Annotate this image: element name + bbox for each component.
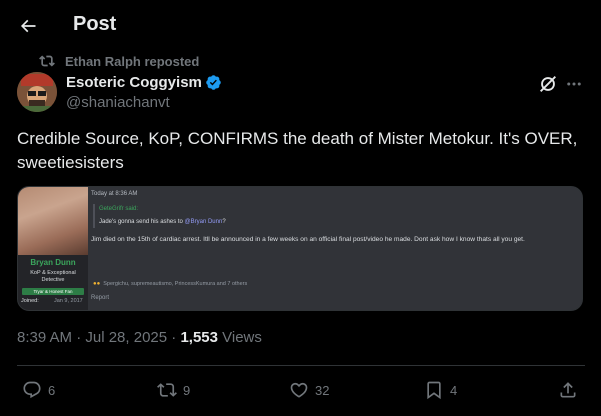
reaction-emoji-icon: ●●: [93, 281, 101, 287]
share-icon: [560, 382, 576, 398]
quote-mention: @Bryan Dunn: [184, 219, 223, 225]
repost-indicator[interactable]: Ethan Ralph reposted: [39, 52, 199, 70]
quote-text: Jade's gonna send his ashes to @Bryan Du…: [99, 219, 226, 225]
embedded-joined-label: Joined:: [21, 298, 39, 304]
post-time[interactable]: 8:39 AM · Jul 28, 2025 ·: [17, 329, 180, 346]
reaction-users: Spergichu, supremeautismo, PrincessKumur…: [103, 281, 248, 287]
post-timestamp: 8:39 AM · Jul 28, 2025 · 1,553 Views: [17, 329, 262, 346]
like-count: 32: [315, 382, 330, 398]
embedded-message: Today at 8:36 AM GeteGrifr said: Jade's …: [88, 187, 582, 310]
avatar-image: [17, 72, 57, 112]
share-button[interactable]: [558, 378, 578, 402]
embedded-message-body: Jim died on the 15th of cardiac arrest. …: [91, 236, 525, 243]
embedded-role-line1: KoP & Exceptional: [30, 270, 76, 276]
embedded-user-role: KoP & Exceptional Detective: [18, 270, 88, 284]
repost-icon: [157, 383, 177, 397]
quote-text-main: Jade's gonna send his ashes to: [99, 219, 183, 225]
views-label: Views: [217, 329, 262, 346]
reply-icon: [23, 381, 41, 399]
post-text: Credible Source, KoP, CONFIRMS the death…: [17, 129, 578, 172]
post-media-image[interactable]: Bryan Dunn KoP & Exceptional Detective T…: [17, 186, 583, 311]
grok-button[interactable]: [537, 73, 559, 95]
bookmark-button[interactable]: 4: [424, 378, 457, 402]
bookmark-icon: [427, 381, 441, 400]
like-button[interactable]: 32: [289, 378, 329, 402]
embedded-reactions: ●● Spergichu, supremeautismo, PrincessKu…: [93, 281, 247, 287]
bookmark-count: 4: [450, 382, 458, 398]
embedded-user-card: Bryan Dunn KoP & Exceptional Detective T…: [18, 187, 88, 310]
top-bar: Post: [0, 0, 601, 50]
verified-badge-icon: [206, 75, 221, 90]
quote-author: GeteGrifr said:: [99, 206, 139, 212]
embedded-timestamp: Today at 8:36 AM: [91, 191, 138, 197]
quote-bar: [93, 204, 95, 228]
repost-button[interactable]: 9: [157, 378, 190, 402]
page-title: Post: [73, 13, 117, 35]
back-button[interactable]: [14, 12, 42, 40]
grok-icon: [540, 76, 556, 92]
reply-count: 6: [48, 382, 56, 398]
views-count: 1,553: [180, 329, 218, 346]
author-handle[interactable]: @shaniachanvt: [66, 94, 222, 111]
avatar[interactable]: [17, 72, 57, 112]
embedded-joined-value: Jan 9, 2017: [54, 298, 83, 304]
author-name[interactable]: Esoteric Coggyism: [66, 74, 202, 91]
more-icon: [567, 82, 581, 86]
repost-text: Ethan Ralph reposted: [65, 53, 200, 69]
embedded-user-tag: Tryar & Honest Fan: [22, 288, 84, 295]
repost-count: 9: [183, 382, 191, 398]
author-block[interactable]: Esoteric Coggyism @shaniachanvt: [66, 73, 222, 111]
embedded-role-line2: Detective: [41, 277, 65, 283]
embedded-user-name: Bryan Dunn: [30, 258, 76, 267]
quote-suffix: ?: [222, 219, 226, 225]
like-icon: [290, 382, 308, 398]
embedded-report: Report: [91, 295, 110, 301]
reply-button[interactable]: 6: [22, 378, 55, 402]
more-button[interactable]: [563, 73, 585, 95]
action-bar: 6 9 32 4: [0, 378, 601, 402]
divider: [17, 365, 585, 366]
back-arrow-icon: [20, 19, 36, 33]
embedded-avatar: [18, 187, 88, 255]
repost-icon: [39, 55, 55, 67]
